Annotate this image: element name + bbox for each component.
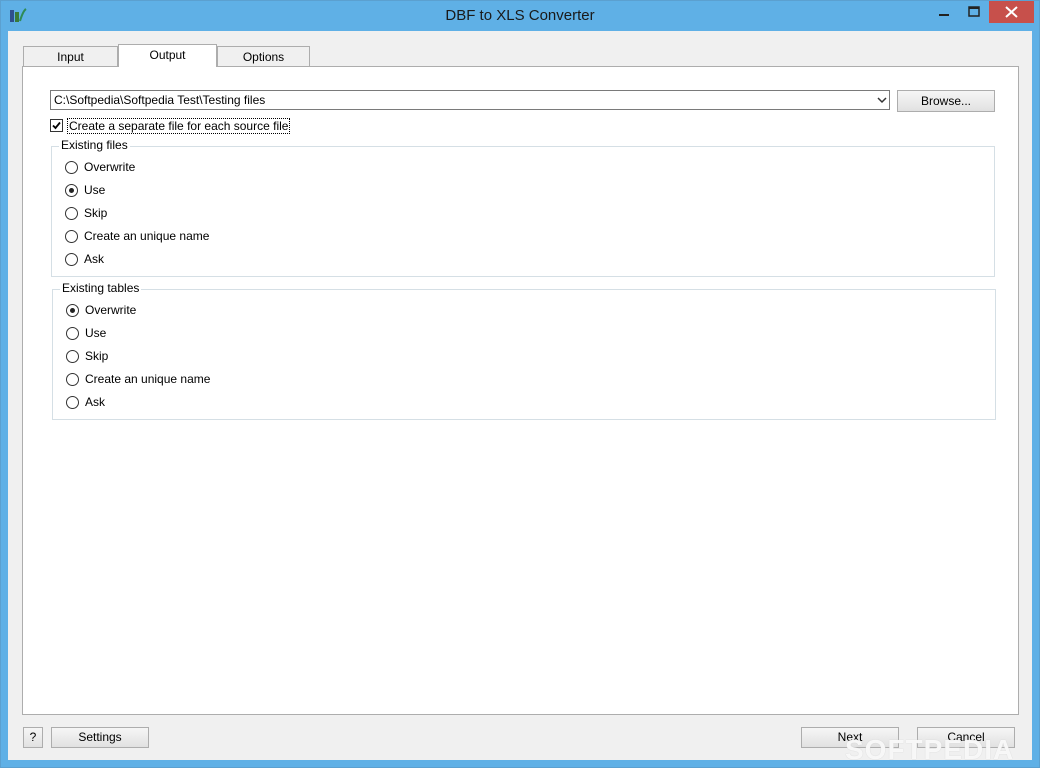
- radio-button[interactable]: [66, 373, 79, 386]
- window-title: DBF to XLS Converter: [445, 7, 595, 24]
- existing-files-legend: Existing files: [59, 138, 130, 152]
- help-button[interactable]: ?: [23, 727, 43, 748]
- tab-input[interactable]: Input: [23, 46, 118, 66]
- radio-label: Skip: [84, 206, 108, 220]
- checkmark-icon: [52, 121, 61, 130]
- app-window: DBF to XLS Converter Input Output Option…: [0, 0, 1040, 768]
- existing-tables-legend: Existing tables: [60, 281, 142, 295]
- radio-label: Use: [84, 183, 106, 197]
- client-area: Input Output Options C:\Softpedia\Softpe…: [8, 31, 1032, 765]
- radio-label: Ask: [85, 395, 106, 409]
- separate-file-label: Create a separate file for each source f…: [67, 118, 291, 134]
- radio-label: Ask: [84, 252, 105, 266]
- radio-label: Use: [85, 326, 107, 340]
- settings-button[interactable]: Settings: [51, 727, 149, 748]
- radio-label: Overwrite: [85, 303, 137, 317]
- close-icon: [1005, 6, 1018, 18]
- separate-file-checkbox[interactable]: [50, 119, 63, 132]
- browse-button[interactable]: Browse...: [897, 90, 995, 112]
- radio-label: Create an unique name: [85, 372, 211, 386]
- cancel-button[interactable]: Cancel: [917, 727, 1015, 748]
- tab-output[interactable]: Output: [118, 44, 217, 67]
- radio-button-selected[interactable]: [65, 184, 78, 197]
- radio-button[interactable]: [66, 350, 79, 363]
- output-path-value: C:\Softpedia\Softpedia Test\Testing file…: [54, 93, 266, 107]
- chevron-down-icon[interactable]: [877, 95, 887, 105]
- minimize-button[interactable]: [929, 1, 959, 23]
- minimize-icon: [939, 14, 949, 16]
- existing-tables-group: Existing tables Overwrite Use Skip Creat…: [52, 281, 996, 420]
- output-path-combobox[interactable]: C:\Softpedia\Softpedia Test\Testing file…: [50, 90, 890, 110]
- maximize-icon: [968, 6, 980, 17]
- radio-button[interactable]: [65, 230, 78, 243]
- radio-button[interactable]: [65, 207, 78, 220]
- existing-files-group: Existing files Overwrite Use Skip Create…: [51, 138, 995, 277]
- radio-button[interactable]: [66, 396, 79, 409]
- next-button[interactable]: Next: [801, 727, 899, 748]
- close-button[interactable]: [989, 1, 1034, 23]
- maximize-button[interactable]: [959, 1, 989, 23]
- radio-button-selected[interactable]: [66, 304, 79, 317]
- output-panel: C:\Softpedia\Softpedia Test\Testing file…: [22, 66, 1019, 715]
- radio-label: Create an unique name: [84, 229, 210, 243]
- title-bar[interactable]: DBF to XLS Converter: [1, 1, 1039, 31]
- radio-button[interactable]: [66, 327, 79, 340]
- radio-label: Overwrite: [84, 160, 136, 174]
- radio-button[interactable]: [65, 253, 78, 266]
- tab-options[interactable]: Options: [217, 46, 310, 66]
- radio-label: Skip: [85, 349, 109, 363]
- radio-button[interactable]: [65, 161, 78, 174]
